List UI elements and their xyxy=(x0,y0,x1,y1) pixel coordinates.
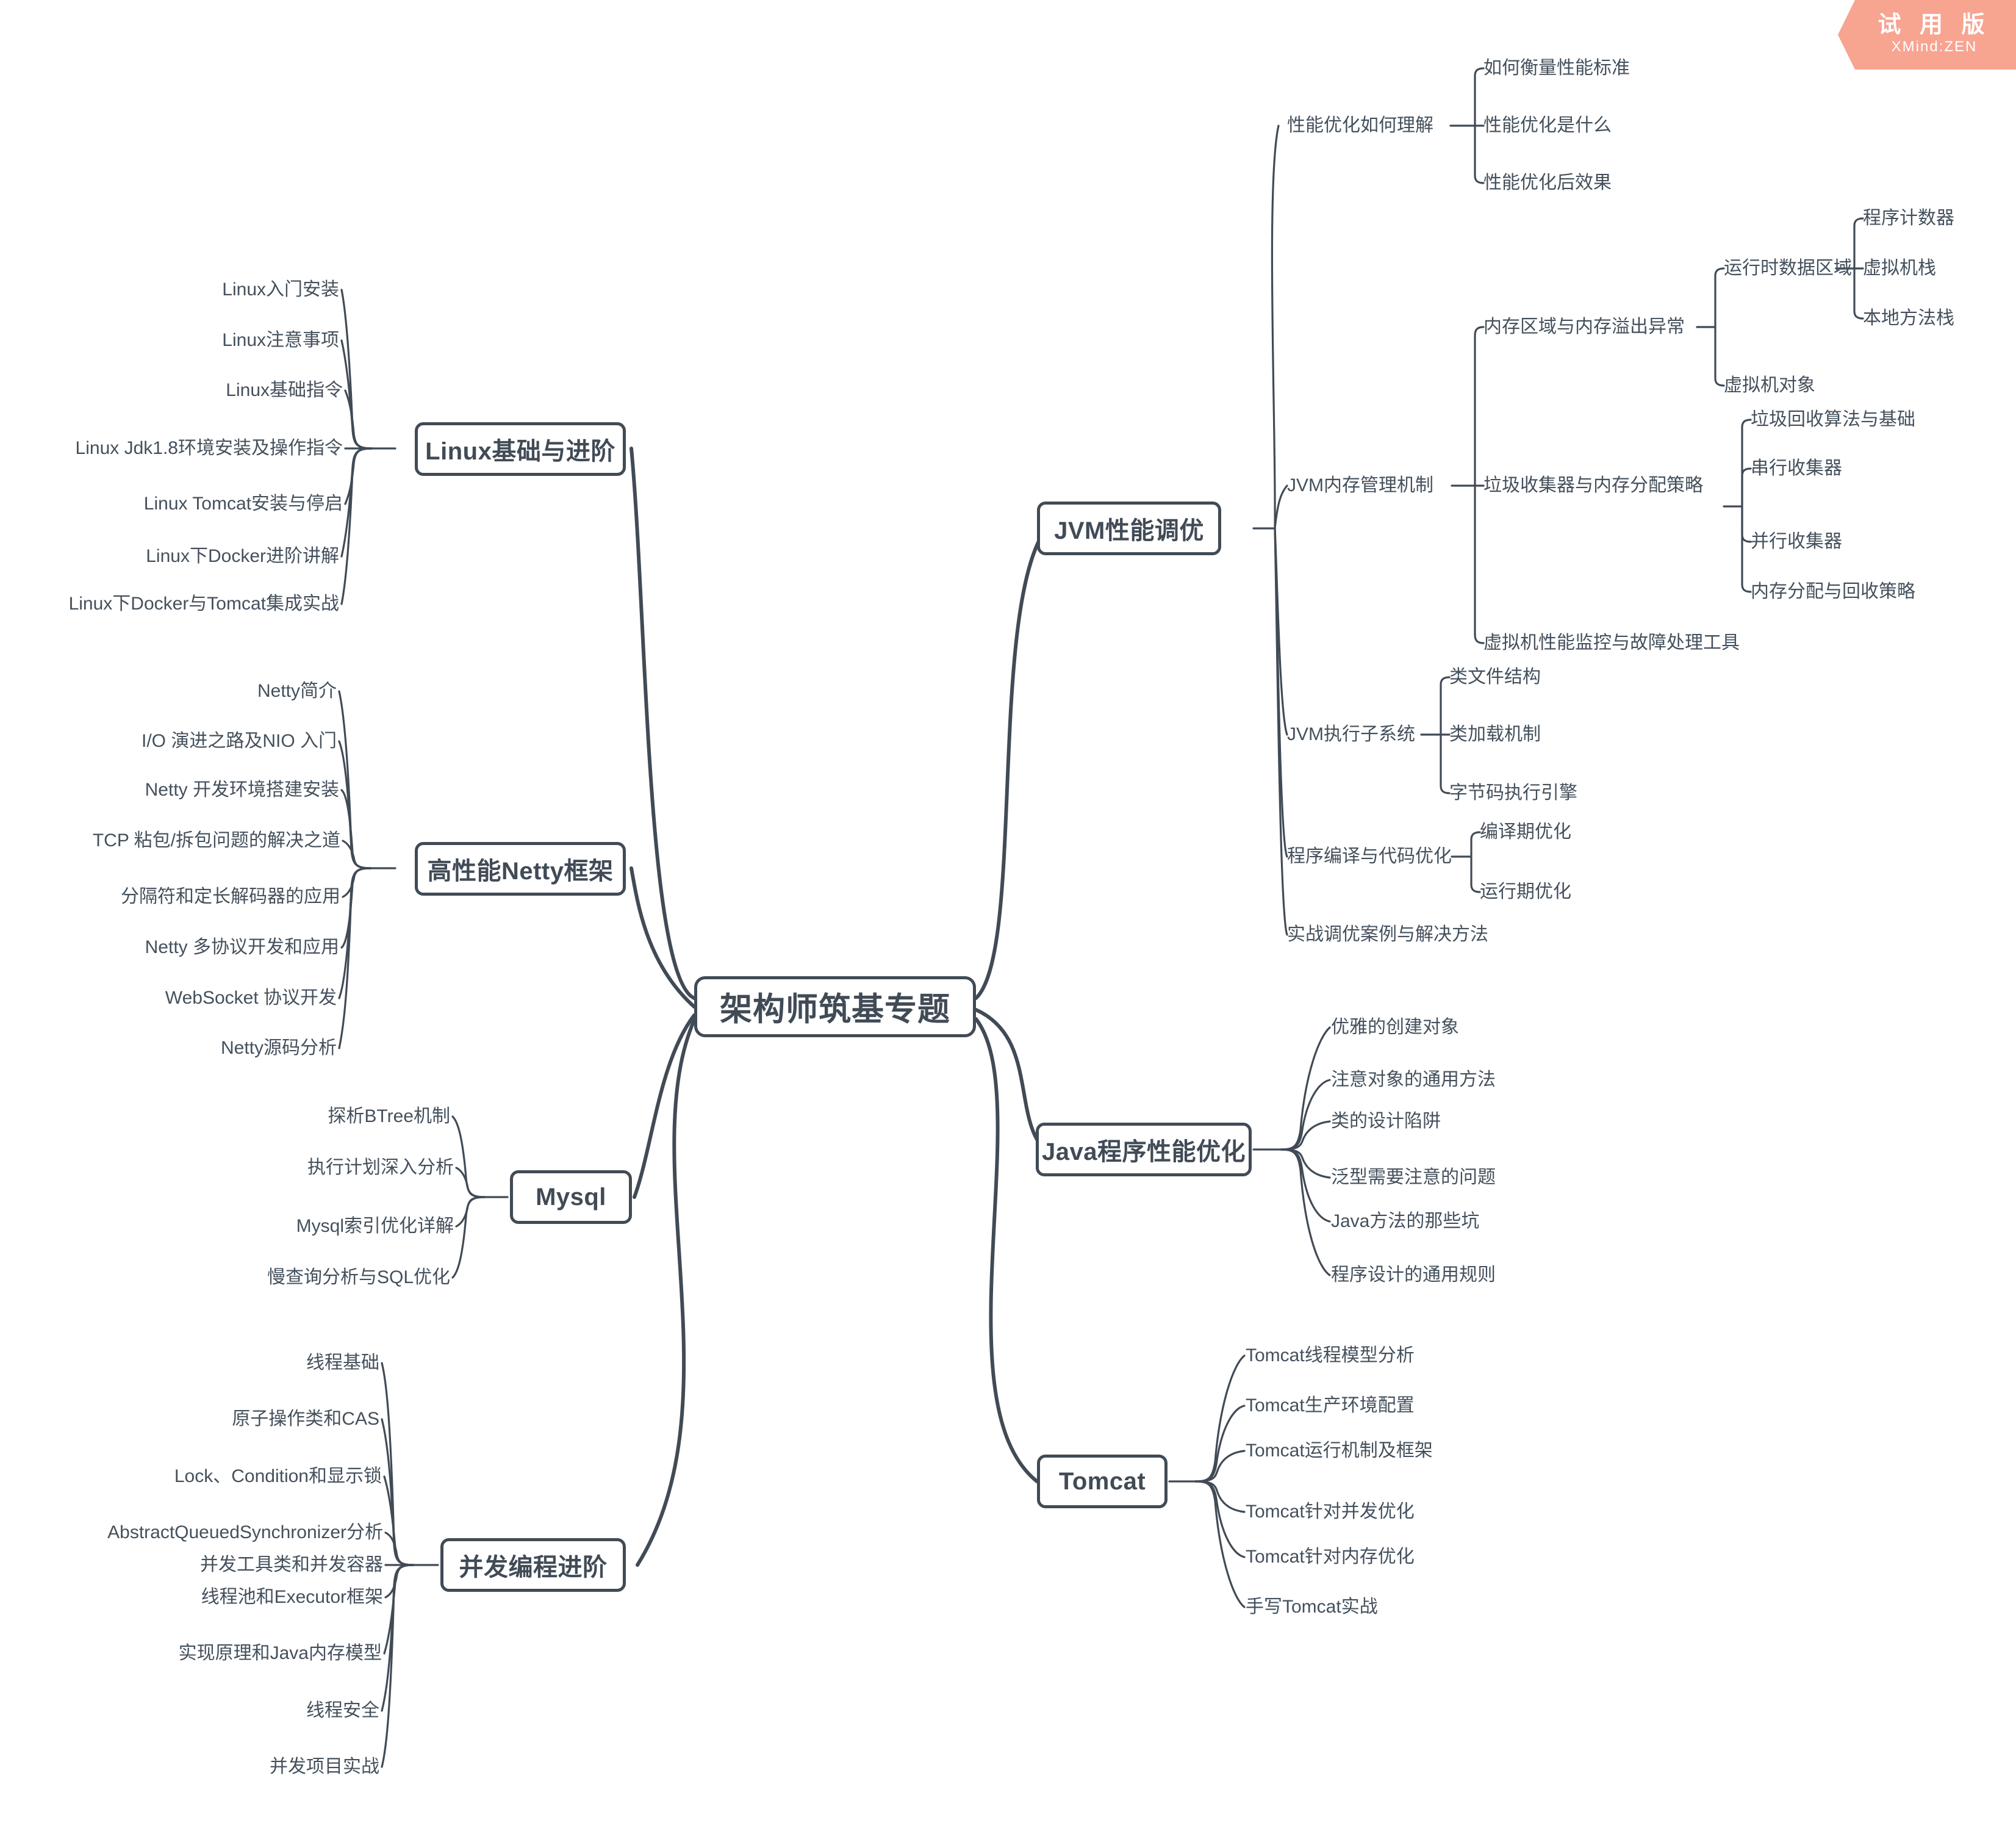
leaf-node[interactable]: Linux Tomcat安装与停启 xyxy=(144,495,343,513)
leaf-node[interactable]: 类的设计陷阱 xyxy=(1331,1112,1441,1131)
leaf-node[interactable]: I/O 演进之路及NIO 入门 xyxy=(142,732,337,750)
leaf-node[interactable]: AbstractQueuedSynchronizer分析 xyxy=(107,1524,383,1542)
leaf-node[interactable]: 线程池和Executor框架 xyxy=(201,1588,383,1606)
leaf-node[interactable]: 性能优化后效果 xyxy=(1483,174,1612,192)
root-node[interactable]: 架构师筑基专题 xyxy=(694,976,976,1037)
leaf-node[interactable]: 执行计划深入分析 xyxy=(307,1159,454,1177)
leaf-node[interactable]: 泛型需要注意的问题 xyxy=(1331,1168,1496,1187)
leaf-node[interactable]: 性能优化是什么 xyxy=(1483,117,1612,135)
leaf-node[interactable]: Tomcat针对内存优化 xyxy=(1246,1548,1415,1566)
leaf-node[interactable]: 类加载机制 xyxy=(1449,725,1541,744)
branch-node-tomcat[interactable]: Tomcat xyxy=(1037,1455,1168,1508)
leaf-node[interactable]: 注意对象的通用方法 xyxy=(1331,1071,1496,1089)
leaf-node[interactable]: 虚拟机性能监控与故障处理工具 xyxy=(1483,634,1740,652)
leaf-node[interactable]: Netty 开发环境搭建安装 xyxy=(145,781,339,799)
leaf-node[interactable]: 线程安全 xyxy=(306,1702,379,1720)
leaf-node[interactable]: 原子操作类和CAS xyxy=(232,1410,379,1428)
leaf-node[interactable]: Mysql索引优化详解 xyxy=(296,1217,454,1236)
leaf-node[interactable]: 串行收集器 xyxy=(1751,459,1842,478)
leaf-node[interactable]: 类文件结构 xyxy=(1449,668,1541,686)
branch-node-jvm[interactable]: JVM性能调优 xyxy=(1037,502,1221,555)
leaf-node[interactable]: Tomcat运行机制及框架 xyxy=(1246,1442,1433,1460)
leaf-node[interactable]: Linux下Docker与Tomcat集成实战 xyxy=(69,595,339,613)
leaf-node[interactable]: 优雅的创建对象 xyxy=(1331,1018,1459,1037)
leaf-node[interactable]: 运行时数据区域 xyxy=(1724,259,1852,278)
leaf-node[interactable]: 慢查询分析与SQL优化 xyxy=(267,1268,450,1287)
leaf-node[interactable]: Lock、Condition和显示锁 xyxy=(174,1467,382,1486)
branch-node-java-perf[interactable]: Java程序性能优化 xyxy=(1036,1123,1252,1176)
leaf-node[interactable]: 如何衡量性能标准 xyxy=(1483,59,1630,77)
leaf-node[interactable]: Linux注意事项 xyxy=(222,331,339,350)
leaf-node[interactable]: Java方法的那些坑 xyxy=(1331,1212,1479,1231)
leaf-node[interactable]: 线程基础 xyxy=(306,1354,379,1372)
leaf-node[interactable]: JVM执行子系统 xyxy=(1287,725,1415,744)
trial-watermark-title: 试 用 版 xyxy=(1878,12,1991,38)
leaf-node[interactable]: Linux Jdk1.8环境安装及操作指令 xyxy=(76,439,343,458)
leaf-node[interactable]: 虚拟机对象 xyxy=(1724,376,1815,395)
leaf-node[interactable]: 探析BTree机制 xyxy=(328,1107,450,1126)
leaf-node[interactable]: Netty 多协议开发和应用 xyxy=(145,938,339,957)
leaf-node[interactable]: 实现原理和Java内存模型 xyxy=(179,1644,382,1663)
leaf-node[interactable]: 并发工具类和并发容器 xyxy=(200,1556,383,1574)
leaf-node[interactable]: Netty源码分析 xyxy=(221,1039,337,1057)
trial-watermark-subtitle: XMind:ZEN xyxy=(1891,38,1978,55)
leaf-node[interactable]: Netty简介 xyxy=(257,682,337,700)
branch-node-mysql[interactable]: Mysql xyxy=(510,1170,632,1224)
leaf-node[interactable]: 虚拟机栈 xyxy=(1863,259,1936,278)
leaf-node[interactable]: 程序计数器 xyxy=(1863,209,1954,228)
leaf-node[interactable]: JVM内存管理机制 xyxy=(1287,477,1433,495)
leaf-node[interactable]: 字节码执行引擎 xyxy=(1449,784,1577,802)
leaf-node[interactable]: 编译期优化 xyxy=(1480,823,1571,841)
leaf-node[interactable]: 并发项目实战 xyxy=(270,1758,379,1776)
leaf-node[interactable]: Linux下Docker进阶讲解 xyxy=(146,547,339,566)
leaf-node[interactable]: 运行期优化 xyxy=(1480,883,1571,901)
leaf-node[interactable]: 垃圾收集器与内存分配策略 xyxy=(1483,477,1703,495)
leaf-node[interactable]: Tomcat线程模型分析 xyxy=(1246,1347,1415,1365)
branch-node-netty[interactable]: 高性能Netty框架 xyxy=(415,842,626,896)
leaf-node[interactable]: 本地方法栈 xyxy=(1863,309,1954,328)
leaf-node[interactable]: Linux入门安装 xyxy=(222,281,339,299)
leaf-node[interactable]: 垃圾回收算法与基础 xyxy=(1751,411,1915,429)
leaf-node[interactable]: 性能优化如何理解 xyxy=(1287,117,1433,135)
trial-watermark-badge: 试 用 版 XMind:ZEN xyxy=(1838,0,2016,70)
leaf-node[interactable]: Linux基础指令 xyxy=(226,381,343,400)
leaf-node[interactable]: 程序设计的通用规则 xyxy=(1331,1266,1496,1284)
leaf-node[interactable]: 并行收集器 xyxy=(1751,533,1842,551)
leaf-node[interactable]: 分隔符和定长解码器的应用 xyxy=(121,888,340,906)
leaf-node[interactable]: Tomcat生产环境配置 xyxy=(1246,1397,1415,1415)
leaf-node[interactable]: 实战调优案例与解决方法 xyxy=(1287,926,1488,944)
leaf-node[interactable]: 内存区域与内存溢出异常 xyxy=(1483,318,1685,336)
leaf-node[interactable]: 手写Tomcat实战 xyxy=(1246,1598,1378,1616)
leaf-node[interactable]: 内存分配与回收策略 xyxy=(1751,583,1915,601)
branch-node-linux[interactable]: Linux基础与进阶 xyxy=(415,422,626,476)
mindmap-canvas: 架构师筑基专题 Linux基础与进阶 高性能Netty框架 Mysql 并发编程… xyxy=(0,0,2016,1842)
leaf-node[interactable]: Tomcat针对并发优化 xyxy=(1246,1503,1415,1521)
branch-node-concurrency[interactable]: 并发编程进阶 xyxy=(440,1538,626,1592)
leaf-node[interactable]: TCP 粘包/拆包问题的解决之道 xyxy=(93,832,340,850)
leaf-node[interactable]: WebSocket 协议开发 xyxy=(165,989,337,1007)
leaf-node[interactable]: 程序编译与代码优化 xyxy=(1287,847,1452,866)
